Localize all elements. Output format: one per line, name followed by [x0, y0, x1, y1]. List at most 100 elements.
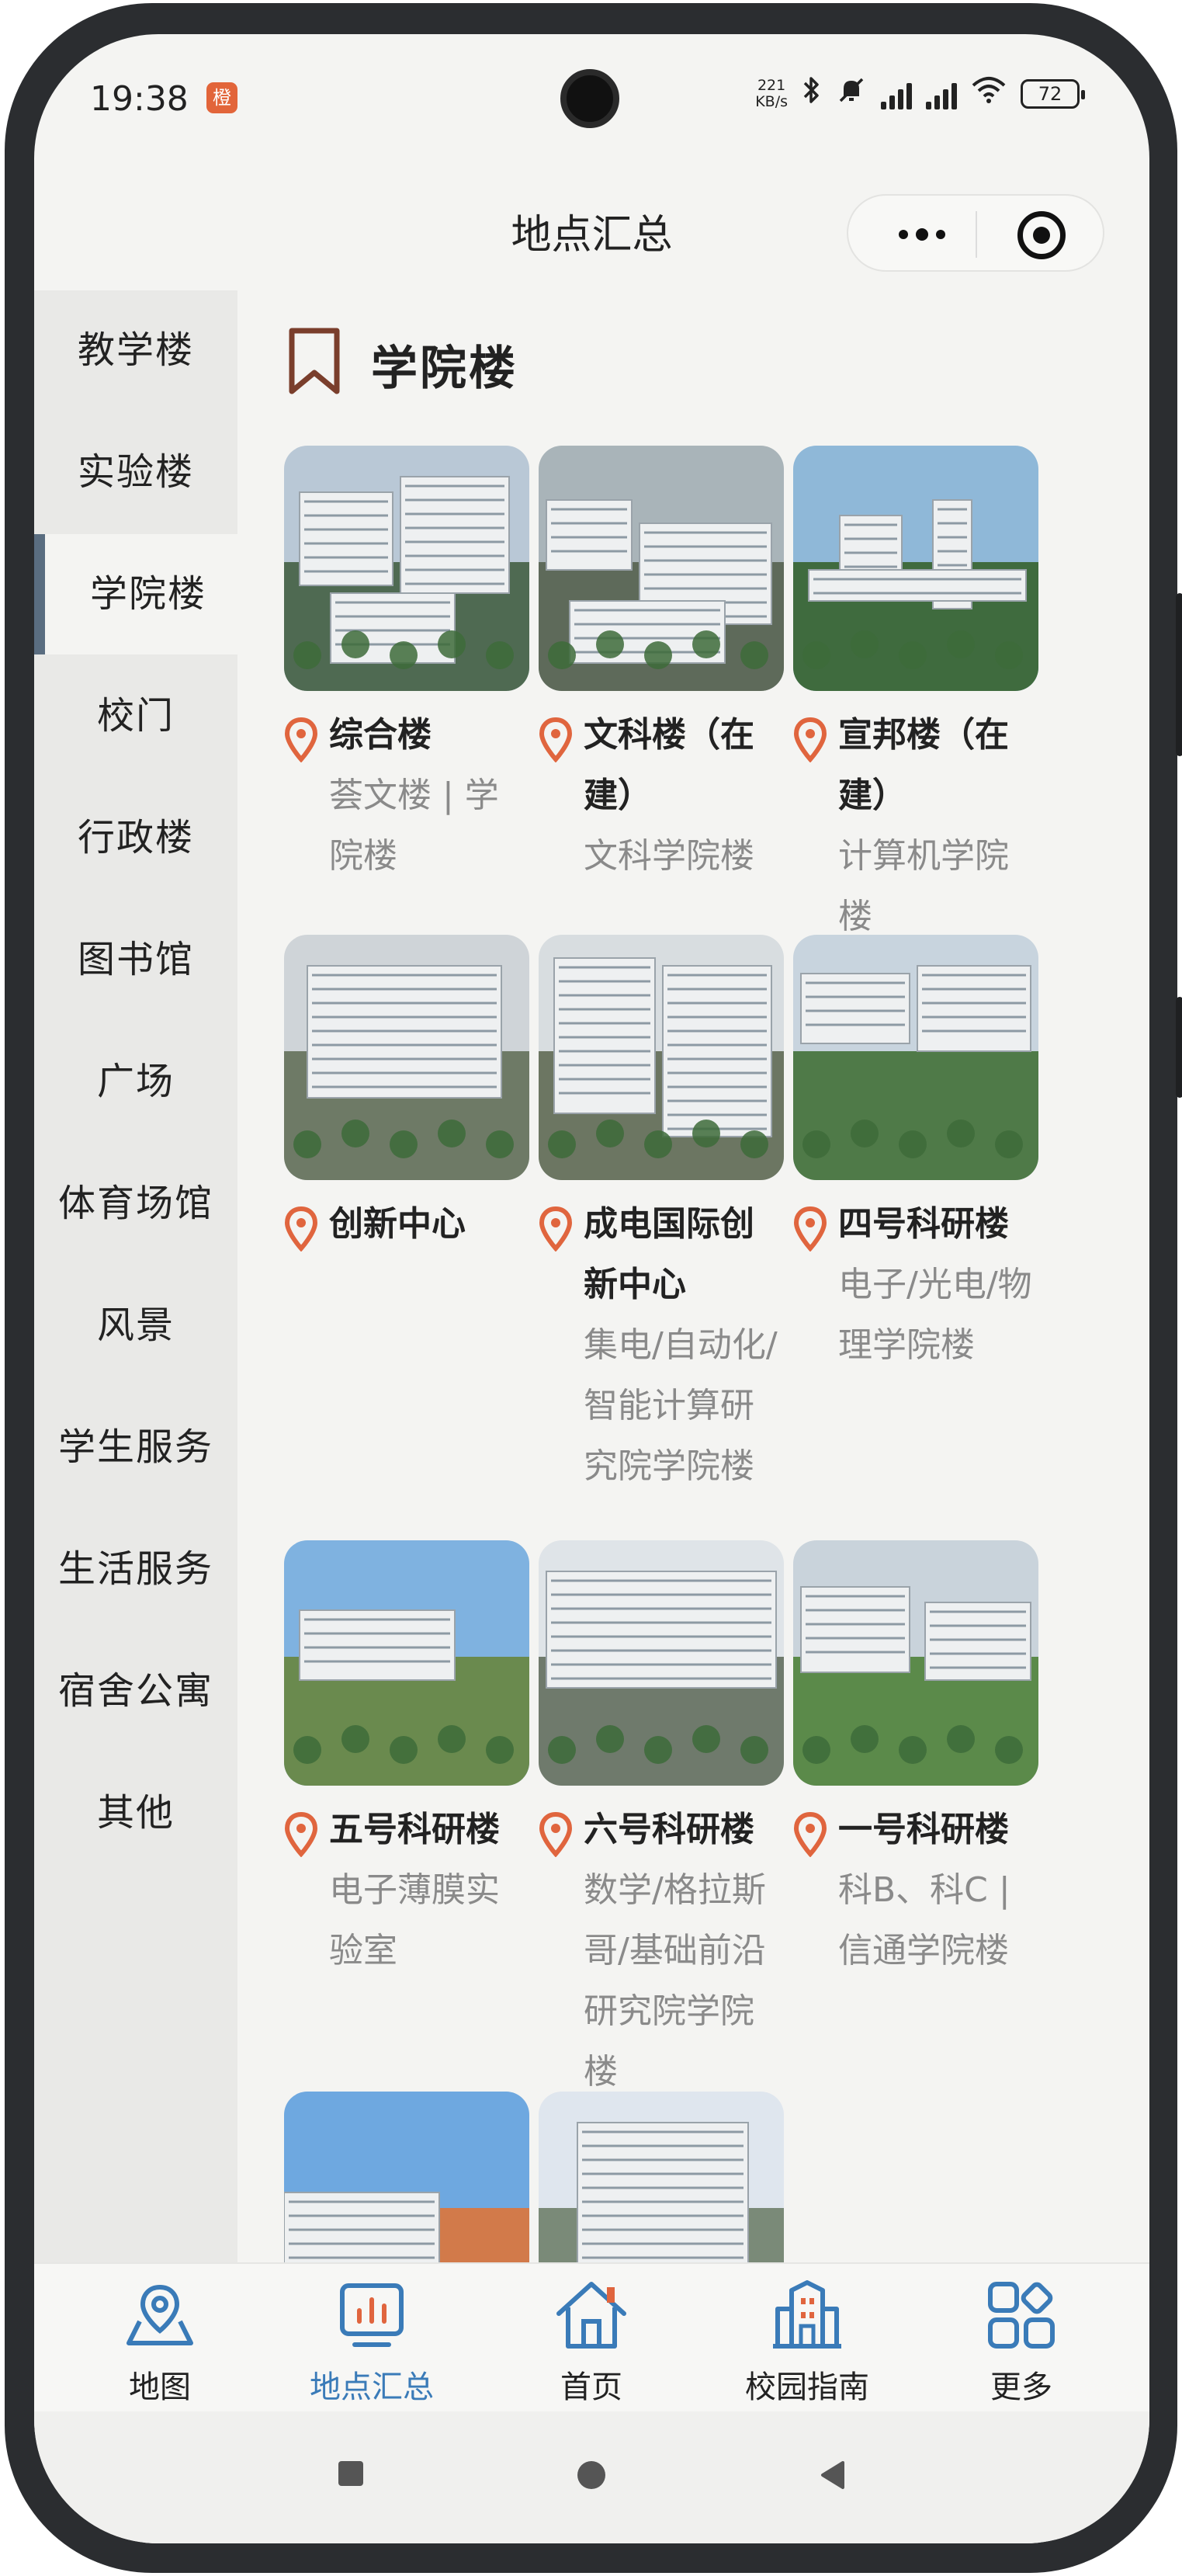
mute-bell-icon [836, 75, 867, 113]
location-description: 集电/自动化/智能计算研究院学院楼 [584, 1325, 778, 1486]
location-name: 六号科研楼 [584, 1810, 754, 1849]
location-pin-icon [284, 717, 318, 762]
location-photo[interactable] [539, 2092, 784, 2262]
location-name-row: 六号科研楼 [539, 1809, 787, 1860]
status-bar: 19:38 橙 221 KB/s 72 [34, 34, 1149, 174]
phone-frame: 19:38 橙 221 KB/s 72 地点汇总 教学楼 实验楼 学院楼 校门 … [5, 3, 1182, 2573]
location-photo[interactable] [284, 1540, 529, 1786]
location-name: 一号科研楼 [838, 1810, 1009, 1849]
location-name-row: 综合楼 [284, 714, 532, 766]
location-photo[interactable] [284, 935, 529, 1180]
location-name-row: 五号科研楼 [284, 1809, 532, 1860]
tab-home[interactable]: 首页 [490, 2276, 692, 2408]
location-name: 四号科研楼 [838, 1204, 1009, 1244]
location-name: 成电国际创新中心 [584, 1204, 754, 1304]
power-button [1176, 997, 1182, 1098]
location-photo[interactable] [284, 446, 529, 691]
location-photo[interactable] [539, 935, 784, 1180]
sidebar-item-label: 生活服务 [57, 1547, 213, 1591]
sidebar-item-label: 学院楼 [89, 572, 206, 616]
sidebar-item-label: 行政楼 [77, 816, 194, 859]
section-header: 学院楼 [237, 290, 1149, 407]
location-card-partial[interactable] [284, 2092, 532, 2262]
location-pin-icon [284, 1206, 318, 1252]
sidebar-item[interactable]: 其他 [34, 1753, 237, 1873]
tab-campus-guide[interactable]: 校园指南 [706, 2276, 908, 2408]
sidebar-item-label: 图书馆 [77, 938, 194, 981]
sidebar-item[interactable]: 广场 [34, 1022, 237, 1142]
location-card[interactable]: 综合楼荟文楼 | 学院楼 [284, 446, 532, 887]
sidebar-item-label: 其他 [96, 1791, 175, 1835]
location-name-row: 一号科研楼 [793, 1809, 1042, 1860]
sidebar-item[interactable]: 体育场馆 [34, 1144, 237, 1264]
location-name: 创新中心 [329, 1204, 466, 1244]
location-photo[interactable] [793, 446, 1038, 691]
volume-button [1176, 593, 1182, 756]
sidebar-item[interactable]: 学院楼 [34, 534, 237, 654]
tab-bar: 地图 地点汇总 首页 校园指南 更多 [34, 2262, 1149, 2411]
sidebar-item-label: 广场 [96, 1060, 175, 1103]
chart-board-icon [340, 2283, 404, 2347]
location-pin-icon [793, 717, 827, 762]
location-name: 综合楼 [329, 715, 432, 755]
sidebar-item-label: 教学楼 [77, 328, 194, 372]
location-photo[interactable] [793, 1540, 1038, 1786]
sidebar-item[interactable]: 生活服务 [34, 1509, 237, 1630]
location-photo[interactable] [793, 935, 1038, 1180]
recent-apps-button[interactable] [337, 2460, 365, 2487]
building-icon [773, 2280, 841, 2349]
front-camera [560, 69, 619, 128]
back-nav-button[interactable] [818, 2460, 846, 2491]
screen: 19:38 橙 221 KB/s 72 地点汇总 教学楼 实验楼 学院楼 校门 … [34, 34, 1149, 2543]
sidebar-item-label: 校门 [96, 694, 175, 738]
tab-location-summary[interactable]: 地点汇总 [271, 2276, 473, 2408]
location-description: 文科学院楼 [584, 836, 754, 876]
bluetooth-icon [802, 75, 822, 113]
location-card[interactable]: 宣邦楼（在建） 计算机学院楼 [793, 446, 1042, 947]
location-photo[interactable] [539, 1540, 784, 1786]
net-speed: 221 KB/s [755, 76, 788, 110]
location-name-row: 创新中心 [284, 1203, 532, 1255]
sidebar-item[interactable]: 校门 [34, 656, 237, 776]
tab-more[interactable]: 更多 [920, 2276, 1122, 2408]
sidebar-item[interactable]: 教学楼 [34, 290, 237, 411]
app-notification-icon: 橙 [206, 82, 237, 113]
location-card[interactable]: 一号科研楼 科B、科C | 信通学院楼 [793, 1540, 1042, 1981]
location-pin-icon [539, 1812, 573, 1857]
location-pin-icon [793, 1206, 827, 1252]
more-menu-button[interactable] [879, 213, 965, 256]
sidebar-item[interactable]: 宿舍公寓 [34, 1631, 237, 1751]
tab-map[interactable]: 地图 [59, 2276, 261, 2408]
category-sidebar: 教学楼实验楼学院楼校门行政楼图书馆广场体育场馆风景学生服务生活服务宿舍公寓其他 [34, 290, 237, 2262]
location-card[interactable]: 五号科研楼 电子薄膜实验室 [284, 1540, 532, 1981]
location-name-row: 宣邦楼（在建） [793, 714, 1042, 826]
bookmark-icon [289, 328, 340, 394]
sidebar-item[interactable]: 行政楼 [34, 778, 237, 898]
location-card[interactable]: 六号科研楼 数学/格拉斯哥/基础前沿研究院学院楼 [539, 1540, 787, 2102]
sidebar-item[interactable]: 风景 [34, 1265, 237, 1386]
location-card-partial[interactable] [539, 2092, 787, 2262]
sidebar-item[interactable]: 图书馆 [34, 900, 237, 1020]
location-card[interactable]: 创新中心 [284, 935, 532, 1255]
location-card[interactable]: 文科楼（在建） 文科学院楼 [539, 446, 787, 887]
close-miniprogram-button[interactable] [1017, 211, 1066, 259]
location-name-row: 成电国际创新中心 [539, 1203, 787, 1315]
home-icon [556, 2282, 626, 2349]
home-nav-button[interactable] [576, 2460, 607, 2491]
location-content: 学院楼 综合楼荟文楼 | 学院楼 文科楼（在建） 文科学院楼 宣邦楼（在建） 计算机学院… [237, 290, 1149, 2262]
location-photo[interactable] [284, 2092, 529, 2262]
location-name: 宣邦楼（在建） [838, 715, 1009, 815]
location-card[interactable]: 成电国际创新中心集电/自动化/智能计算研究院学院楼 [539, 935, 787, 1497]
system-nav-bar [34, 2411, 1149, 2543]
sidebar-item[interactable]: 实验楼 [34, 412, 237, 533]
location-photo[interactable] [539, 446, 784, 691]
status-time: 19:38 [90, 79, 189, 119]
sidebar-item[interactable]: 学生服务 [34, 1387, 237, 1508]
location-name: 文科楼（在建） [584, 715, 754, 815]
location-card[interactable]: 四号科研楼 电子/光电/物理学院楼 [793, 935, 1042, 1376]
location-description: 荟文楼 | 学院楼 [329, 776, 499, 876]
map-pin-icon [127, 2284, 193, 2345]
miniprogram-capsule [847, 194, 1104, 272]
active-indicator [34, 534, 45, 654]
sidebar-item-label: 风景 [96, 1304, 175, 1347]
